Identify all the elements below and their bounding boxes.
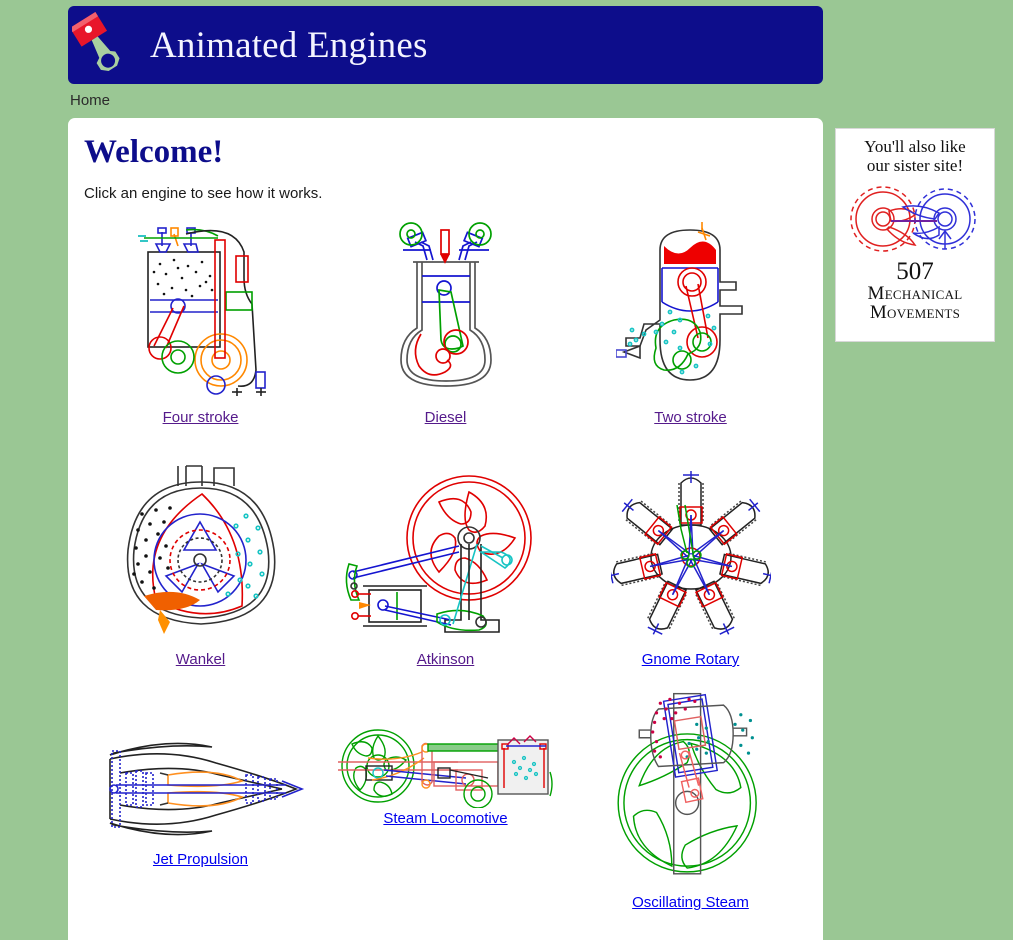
engine-label: Wankel <box>175 651 226 668</box>
engine-link-gnome-rotary[interactable]: Gnome Rotary <box>568 453 813 668</box>
two-stroke-engine-icon <box>615 222 743 381</box>
sister-site-promo[interactable]: You'll also like our sister site! 507 Me… <box>835 128 995 342</box>
breadcrumb-home-link[interactable]: Home <box>70 92 110 109</box>
banner-title: Animated Engines <box>150 24 428 66</box>
engine-link-two-stroke[interactable]: Two stroke <box>568 220 813 435</box>
two-gears-icon <box>850 186 976 252</box>
gnome-rotary-engine-icon <box>610 471 771 635</box>
jet-propulsion-engine-icon <box>108 742 304 836</box>
engine-label: Oscillating Steam <box>632 894 749 911</box>
promo-site-name-line2: Movements <box>869 302 961 324</box>
engine-grid-row-1: Four stroke Diesel Two stroke <box>68 220 823 435</box>
engine-link-oscillating-steam[interactable]: Oscillating Steam <box>568 686 813 911</box>
engine-label: Diesel <box>424 409 467 426</box>
steam-locomotive-engine-icon <box>338 729 553 808</box>
promo-headline: You'll also like our sister site! <box>864 137 965 175</box>
engine-link-atkinson[interactable]: Atkinson <box>323 453 568 668</box>
site-banner: Animated Engines <box>68 6 823 84</box>
page-root: Animated Engines Home Welcome! Click an … <box>0 0 1013 940</box>
engine-label: Atkinson <box>416 651 475 668</box>
promo-site-name: Mechanical Movements <box>868 284 963 323</box>
engine-label: Two stroke <box>654 409 727 426</box>
engine-grid-row-3: Jet Propulsion Steam Locomotive Oscillat… <box>68 686 823 940</box>
engine-grid-row-2: Wankel Atkinson Gnome Rotary <box>68 453 823 668</box>
promo-number: 507 <box>896 258 934 286</box>
oscillating-steam-engine-icon <box>616 692 757 875</box>
breadcrumb: Home <box>70 92 110 109</box>
engine-link-jet-propulsion[interactable]: Jet Propulsion <box>78 686 323 911</box>
atkinson-engine-icon <box>345 475 532 633</box>
diesel-engine-icon <box>398 222 492 387</box>
promo-headline-line2: our sister site! <box>866 156 964 176</box>
main-content-card: Welcome! Click an engine to see how it w… <box>68 118 823 940</box>
engine-label: Four stroke <box>162 409 239 426</box>
engine-link-four-stroke[interactable]: Four stroke <box>78 220 323 435</box>
engine-label: Gnome Rotary <box>641 651 740 668</box>
page-subtitle: Click an engine to see how it works. <box>84 185 323 202</box>
promo-headline-line1: You'll also like <box>864 137 966 156</box>
engine-label: Jet Propulsion <box>152 851 249 868</box>
engine-link-diesel[interactable]: Diesel <box>323 220 568 435</box>
four-stroke-engine-icon <box>137 227 266 396</box>
piston-icon <box>72 12 120 71</box>
page-title: Welcome! <box>84 134 224 170</box>
wankel-engine-icon <box>126 465 276 634</box>
engine-link-steam-locomotive[interactable]: Steam Locomotive <box>323 686 568 940</box>
promo-site-name-line1: Mechanical <box>867 283 963 305</box>
engine-link-wankel[interactable]: Wankel <box>78 453 323 668</box>
engine-label: Steam Locomotive <box>383 810 508 827</box>
